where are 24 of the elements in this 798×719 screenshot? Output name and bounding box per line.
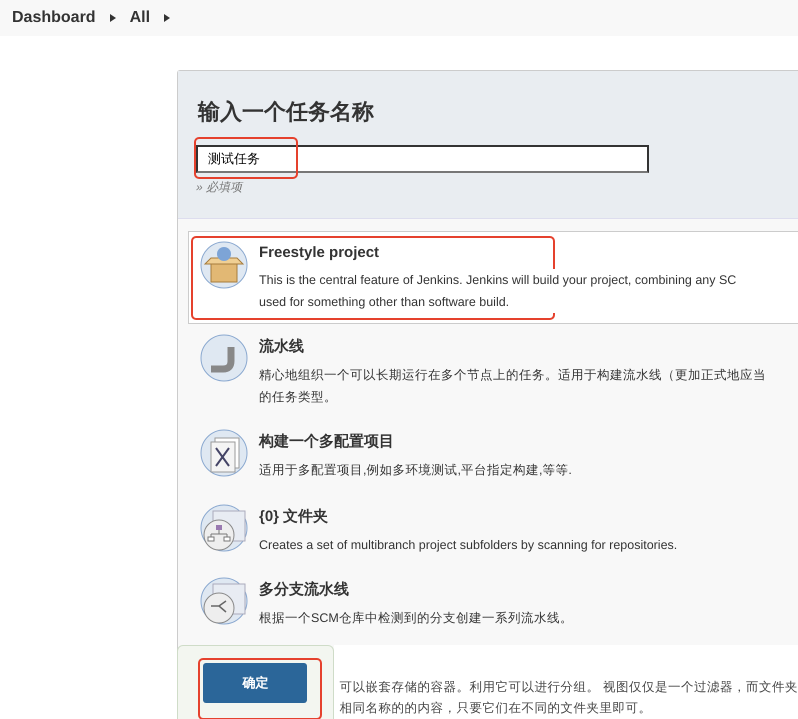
item-type-description: 适用于多配置项目,例如多环境测试,平台指定构建,等等. bbox=[259, 462, 572, 479]
page-title: 输入一个任务名称 bbox=[198, 98, 375, 126]
item-type-title: Freestyle project bbox=[259, 244, 380, 261]
item-type-option[interactable]: 构建一个多配置项目 适用于多配置项目,例如多环境测试,平台指定构建,等等. bbox=[188, 419, 798, 494]
item-type-option[interactable]: Freestyle project This is the central feature of Jenkins. Jenkins will build your project, combining any SC used for something other than software build. bbox=[188, 231, 798, 324]
item-type-title: 多分支流水线 bbox=[259, 580, 350, 599]
item-type-title: 构建一个多配置项目 bbox=[259, 432, 395, 451]
item-type-description: 相同名称的的内容，只要它们在不同的文件夹里即可。 bbox=[340, 700, 653, 717]
item-type-option[interactable]: 流水线 精心地组织一个可以长期运行在多个节点上的任务。适用于构建流水线（更加正式地应当 的任务类型。 bbox=[188, 324, 798, 419]
item-type-title: 流水线 bbox=[259, 337, 305, 356]
item-type-option[interactable]: 多分支流水线 根据一个SCM仓库中检测到的分支创建一系列流水线。 bbox=[188, 567, 798, 637]
item-type-title: {0} 文件夹 bbox=[259, 507, 330, 526]
item-name-field[interactable]: 测试任务 bbox=[196, 145, 649, 173]
item-type-description: This is the central feature of Jenkins. Jenkins will build your project, combining any SC bbox=[259, 269, 736, 291]
required-hint: » 必填项 bbox=[196, 179, 244, 196]
item-type-description: 精心地组织一个可以长期运行在多个节点上的任务。适用于构建流水线（更加正式地应当 bbox=[259, 367, 766, 384]
item-type-option[interactable]: {0} 文件夹 Creates a set of multibranch project subfolders by scanning for repositories. bbox=[188, 494, 798, 567]
item-type-description: 可以嵌套存储的容器。利用它可以进行分组。 视图仅仅是一个过滤器，而文件夹 bbox=[340, 679, 798, 696]
item-type-description: 根据一个SCM仓库中检测到的分支创建一系列流水线。 bbox=[259, 610, 573, 627]
breadcrumb-link[interactable]: Dashboard bbox=[12, 9, 96, 27]
item-type-description: Creates a set of multibranch project subfolders by scanning for repositories. bbox=[259, 537, 678, 554]
breadcrumb-link[interactable]: All bbox=[130, 9, 150, 27]
ok-button[interactable]: 确定 bbox=[203, 662, 308, 702]
item-type-description: 的任务类型。 bbox=[259, 389, 338, 406]
